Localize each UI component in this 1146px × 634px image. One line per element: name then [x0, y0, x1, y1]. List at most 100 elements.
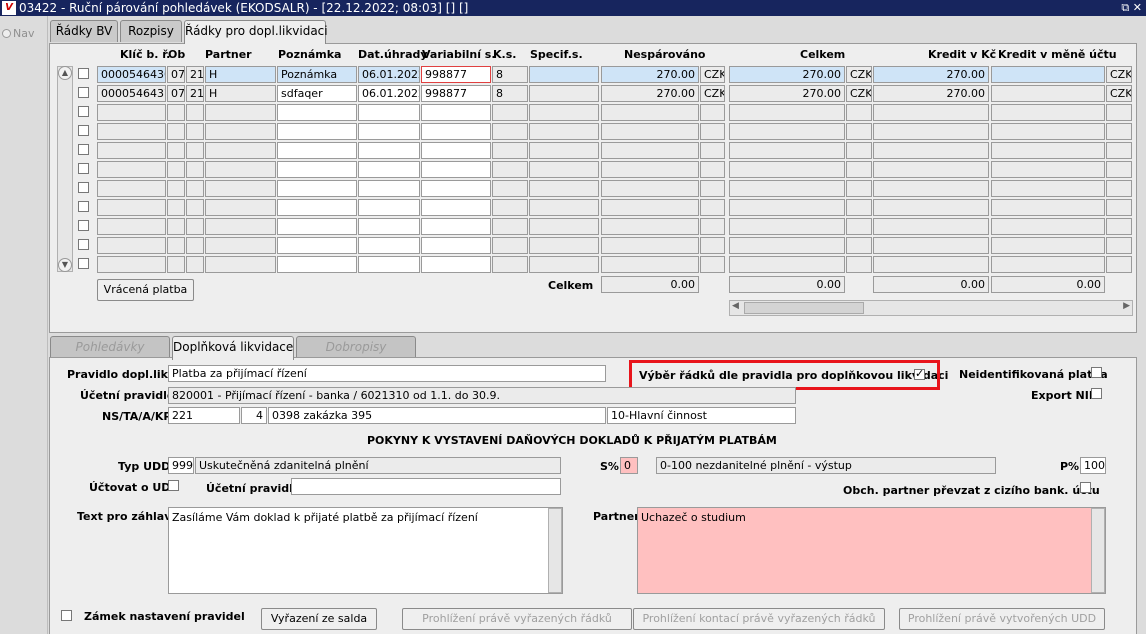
grid-cell-kredit-kc[interactable]: 270.00 [873, 85, 989, 102]
grid-cell-kredit-mena[interactable] [991, 237, 1105, 254]
grid-cell-klic[interactable] [97, 256, 166, 273]
grid-cell-kredit-mena[interactable] [991, 142, 1105, 159]
grid-cell-vs[interactable] [421, 199, 491, 216]
vyrazeni-button[interactable]: Vyřazení ze salda [261, 608, 377, 630]
grid-cell-vs[interactable] [421, 256, 491, 273]
grid-cell-nesparovano[interactable] [601, 237, 699, 254]
grid-cell-mena1[interactable] [700, 199, 725, 216]
prohlizeni-vyrazenych-button[interactable]: Prohlížení právě vyřazených řádků [402, 608, 632, 630]
grid-cell-mena1[interactable] [700, 237, 725, 254]
grid-cell-ks[interactable]: 8 [492, 85, 528, 102]
export-nip-checkbox[interactable] [1091, 388, 1102, 399]
grid-cell-ob1[interactable] [167, 123, 185, 140]
grid-cell-mena2[interactable] [846, 104, 872, 121]
tab-radky-bv[interactable]: Řádky BV [50, 20, 118, 42]
tab-rozpisy[interactable]: Rozpisy [120, 20, 182, 42]
grid-cell-nesparovano[interactable] [601, 161, 699, 178]
grid-cell-poznamka[interactable]: sdfaqer [277, 85, 357, 102]
scroll-up-icon[interactable]: ▲ [58, 66, 72, 80]
row-checkbox[interactable] [78, 68, 89, 79]
text-zahlavi-scrollbar[interactable] [548, 508, 562, 593]
grid-cell-vs[interactable] [421, 142, 491, 159]
grid-cell-nesparovano[interactable] [601, 123, 699, 140]
tab-doplnkova-likvidace[interactable]: Doplňková likvidace [172, 336, 294, 360]
neident-checkbox[interactable] [1091, 367, 1102, 378]
grid-cell-datum[interactable] [358, 237, 420, 254]
grid-cell-nesparovano[interactable] [601, 218, 699, 235]
grid-cell-kredit-mena[interactable] [991, 161, 1105, 178]
grid-cell-mena2[interactable]: CZK [846, 85, 872, 102]
grid-cell-mena3[interactable] [1106, 123, 1132, 140]
grid-cell-poznamka[interactable] [277, 199, 357, 216]
typ-udd-code[interactable]: 999 [168, 457, 194, 474]
row-checkbox[interactable] [78, 239, 89, 250]
row-checkbox[interactable] [78, 106, 89, 117]
grid-cell-kredit-mena[interactable] [991, 104, 1105, 121]
nav-button[interactable]: Nav [2, 27, 34, 40]
grid-cell-celkem[interactable]: 270.00 [729, 66, 845, 83]
grid-cell-kredit-mena[interactable] [991, 199, 1105, 216]
grid-cell-klic[interactable] [97, 218, 166, 235]
grid-cell-mena3[interactable] [1106, 142, 1132, 159]
grid-cell-ks[interactable] [492, 161, 528, 178]
grid-cell-mena2[interactable] [846, 199, 872, 216]
grid-cell-kredit-kc[interactable]: 270.00 [873, 66, 989, 83]
grid-cell-ob1[interactable] [167, 256, 185, 273]
grid-cell-ss[interactable] [529, 256, 599, 273]
grid-cell-ob1[interactable] [167, 199, 185, 216]
grid-cell-partner[interactable] [205, 142, 276, 159]
grid-cell-ks[interactable] [492, 256, 528, 273]
grid-cell-celkem[interactable] [729, 218, 845, 235]
grid-cell-mena2[interactable] [846, 123, 872, 140]
scroll-thumb[interactable] [744, 302, 864, 314]
grid-cell-celkem[interactable] [729, 256, 845, 273]
grid-cell-vs[interactable] [421, 123, 491, 140]
grid-cell-kredit-kc[interactable] [873, 161, 989, 178]
grid-cell-mena1[interactable] [700, 180, 725, 197]
grid-cell-vs[interactable]: 998877 [421, 66, 491, 83]
grid-cell-klic[interactable] [97, 123, 166, 140]
grid-cell-ss[interactable] [529, 123, 599, 140]
grid-cell-kredit-kc[interactable] [873, 237, 989, 254]
grid-cell-datum[interactable] [358, 142, 420, 159]
uctovat-checkbox[interactable] [168, 480, 179, 491]
grid-cell-mena3[interactable] [1106, 237, 1132, 254]
grid-cell-mena1[interactable]: CZK [700, 66, 725, 83]
grid-cell-ob2[interactable] [186, 142, 204, 159]
grid-cell-kredit-kc[interactable] [873, 218, 989, 235]
grid-cell-ob1[interactable] [167, 237, 185, 254]
grid-cell-vs[interactable] [421, 180, 491, 197]
scroll-right-icon[interactable]: ▶ [1123, 301, 1130, 311]
tab-pohledavky[interactable]: Pohledávky [50, 336, 170, 358]
grid-cell-datum[interactable] [358, 104, 420, 121]
grid-cell-ob2[interactable] [186, 218, 204, 235]
partner-input[interactable]: Uchazeč o studium [637, 507, 1106, 594]
grid-cell-nesparovano[interactable]: 270.00 [601, 85, 699, 102]
grid-cell-vs[interactable]: 998877 [421, 85, 491, 102]
grid-cell-ks[interactable] [492, 104, 528, 121]
grid-cell-nesparovano[interactable] [601, 104, 699, 121]
grid-cell-kredit-kc[interactable] [873, 123, 989, 140]
grid-cell-ks[interactable] [492, 142, 528, 159]
grid-cell-datum[interactable] [358, 180, 420, 197]
grid-cell-klic[interactable]: 0000546437 [97, 85, 166, 102]
grid-cell-celkem[interactable] [729, 180, 845, 197]
prohlizeni-kontaci-button[interactable]: Prohlížení kontací právě vyřazených řádk… [633, 608, 885, 630]
grid-cell-mena1[interactable] [700, 218, 725, 235]
grid-cell-ks[interactable] [492, 218, 528, 235]
ucetni-pravidla-input[interactable] [291, 478, 561, 495]
grid-cell-datum[interactable]: 06.01.2022 [358, 66, 420, 83]
row-checkbox[interactable] [78, 163, 89, 174]
grid-cell-celkem[interactable] [729, 161, 845, 178]
grid-cell-mena1[interactable] [700, 104, 725, 121]
grid-cell-ob2[interactable]: 21 [186, 85, 204, 102]
tab-dobropisy[interactable]: Dobropisy [296, 336, 416, 358]
grid-cell-mena2[interactable] [846, 256, 872, 273]
grid-cell-vs[interactable] [421, 161, 491, 178]
row-checkbox[interactable] [78, 258, 89, 269]
row-checkbox[interactable] [78, 125, 89, 136]
grid-cell-kredit-kc[interactable] [873, 142, 989, 159]
grid-cell-poznamka[interactable] [277, 218, 357, 235]
grid-cell-partner[interactable] [205, 180, 276, 197]
grid-cell-ob2[interactable] [186, 123, 204, 140]
